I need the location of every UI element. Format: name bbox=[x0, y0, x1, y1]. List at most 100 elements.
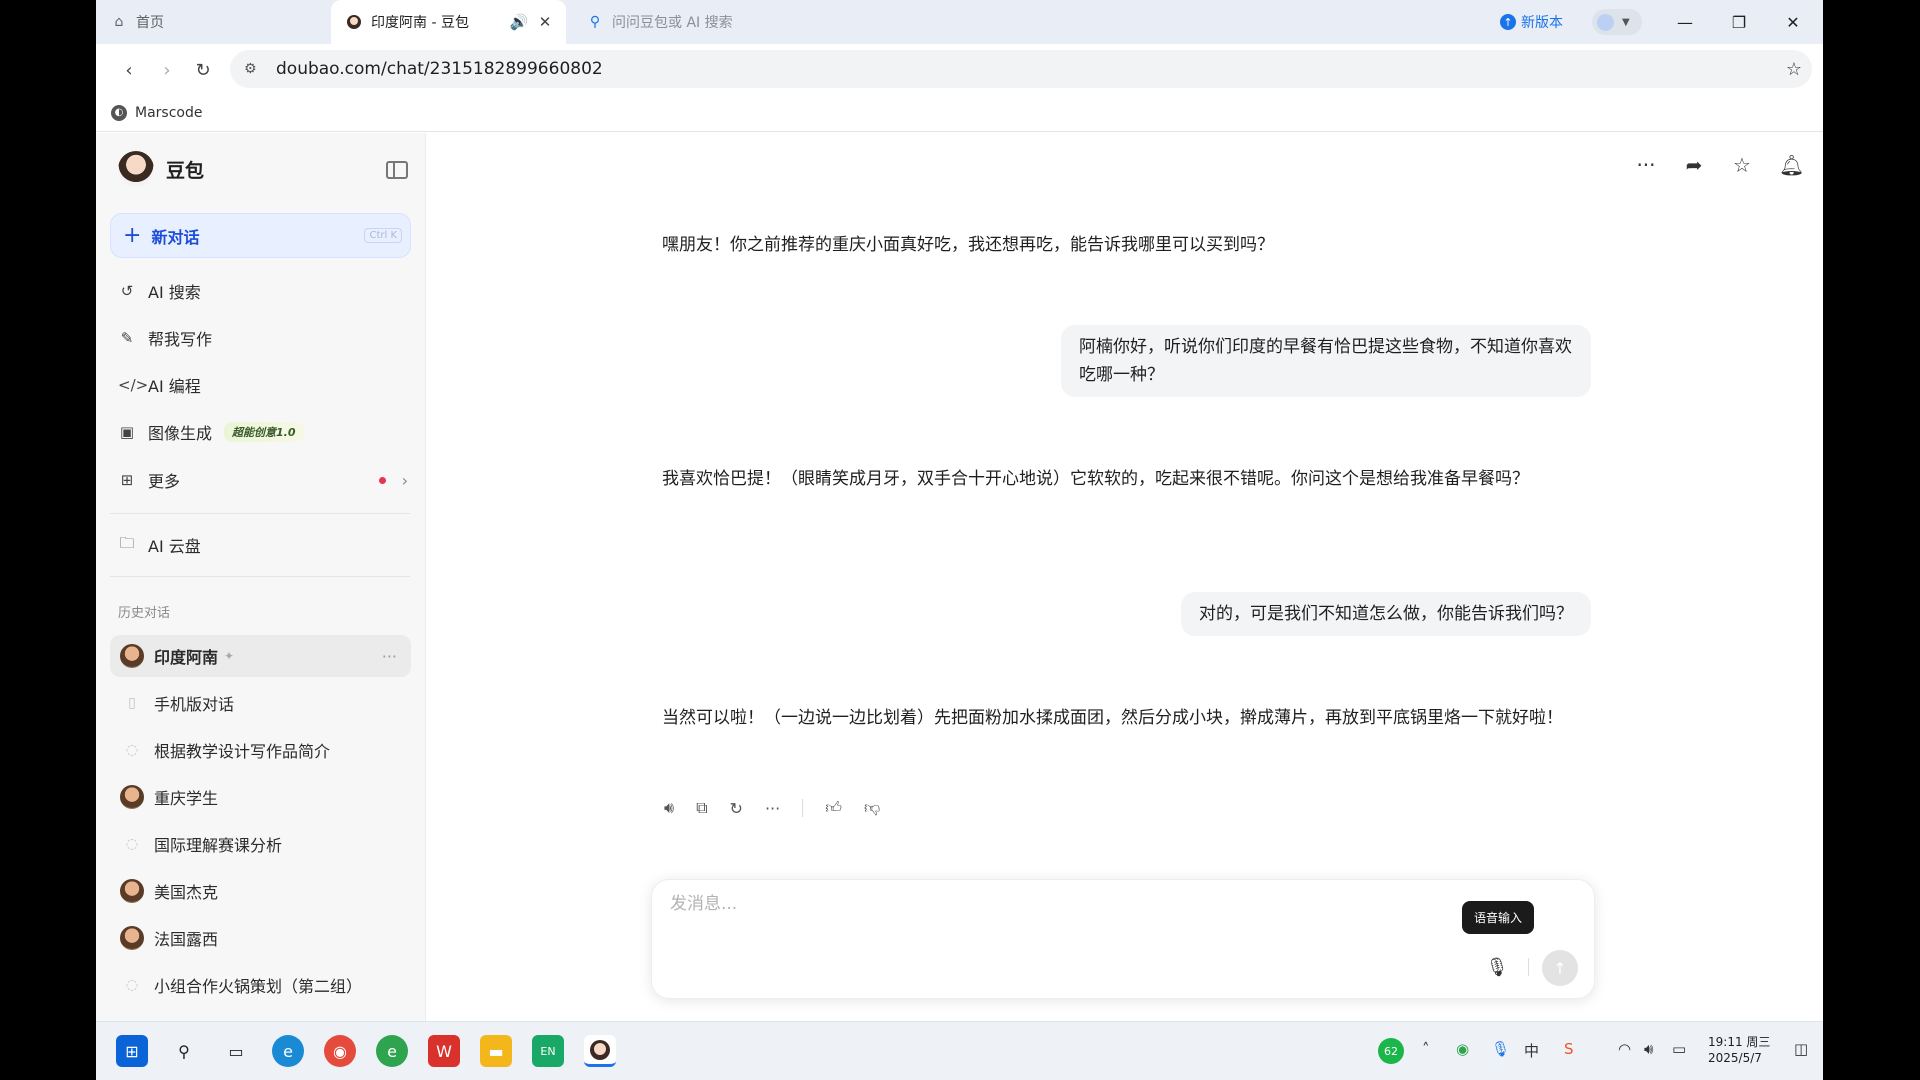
sidebar-item-cloud-drive[interactable]: 🗀 AI 云盘 bbox=[118, 528, 408, 562]
browser-green-icon[interactable]: e bbox=[376, 1035, 408, 1067]
restore-button[interactable]: ❐ bbox=[1712, 0, 1766, 44]
minimize-button[interactable]: — bbox=[1658, 0, 1712, 44]
history-item[interactable]: ◌ 小组合作火锅策划（第二组） bbox=[110, 964, 411, 1006]
forward-button[interactable]: › bbox=[154, 57, 180, 83]
new-version-button[interactable]: ↑ 新版本 bbox=[1500, 10, 1563, 34]
task-view-icon[interactable]: ▭ bbox=[220, 1035, 252, 1067]
history-item-label: 美国杰克 bbox=[154, 883, 219, 902]
windows-start-icon[interactable]: ⊞ bbox=[116, 1035, 148, 1067]
sidebar-item-coding[interactable]: </> AI 编程 bbox=[118, 368, 408, 402]
bookmark-marscode[interactable]: Marscode bbox=[135, 105, 202, 121]
collapse-sidebar-icon[interactable] bbox=[386, 161, 408, 179]
history-item-label: 国际理解赛课分析 bbox=[154, 836, 283, 855]
close-tab-icon[interactable]: ✕ bbox=[532, 13, 558, 31]
avatar bbox=[120, 644, 144, 668]
speaker-icon[interactable]: 🔊 bbox=[506, 13, 532, 31]
microphone-icon[interactable]: 🎙︎ bbox=[1491, 1040, 1510, 1058]
message-actions: 🔊︎ ⧉ ↻ ··· 👍︎ 👎︎ bbox=[664, 798, 880, 818]
microphone-icon[interactable]: 🎙︎ bbox=[1482, 952, 1512, 982]
marscode-icon: ◐ bbox=[111, 104, 127, 121]
sidebar-item-ai-search[interactable]: ↺ AI 搜索 bbox=[118, 274, 408, 308]
tab-search[interactable]: ⚲ 问问豆包或 AI 搜索 bbox=[570, 0, 970, 44]
regenerate-icon[interactable]: ↻ bbox=[730, 799, 743, 818]
wifi-icon[interactable]: ◠ bbox=[1618, 1040, 1631, 1058]
voice-input-tooltip: 语音输入 bbox=[1462, 901, 1535, 934]
chevron-up-icon[interactable]: ˄ bbox=[1422, 1040, 1430, 1058]
chat-main: ··· ➦ ☆ 🔔︎ 嘿朋友！你之前推荐的重庆小面真好吃，我还想再吃，能告诉我哪… bbox=[427, 133, 1823, 1021]
close-window-button[interactable]: ✕ bbox=[1766, 0, 1820, 44]
sidebar-item-label: AI 搜索 bbox=[148, 283, 201, 302]
chrome-icon[interactable]: ◉ bbox=[324, 1035, 356, 1067]
search-icon: ⚲ bbox=[589, 14, 601, 30]
ai-message: 嘿朋友！你之前推荐的重庆小面真好吃，我还想再吃，能告诉我哪里可以买到吗？ bbox=[662, 235, 1274, 255]
tab-home[interactable]: ⌂ 首页 bbox=[96, 0, 331, 44]
address-bar[interactable]: ⚙ doubao.com/chat/2315182899660802 ☆ bbox=[230, 50, 1812, 88]
history-item[interactable]: 重庆学生 bbox=[110, 776, 411, 818]
star-icon[interactable]: ☆ bbox=[1731, 153, 1753, 177]
chat-bubble-icon: ▯ bbox=[128, 695, 136, 711]
message-composer: 🎙︎ ↑ bbox=[651, 879, 1595, 999]
new-chat-button[interactable]: + 新对话 Ctrl K bbox=[110, 213, 411, 258]
reload-button[interactable]: ↻ bbox=[190, 57, 216, 83]
sidebar-item-image-gen[interactable]: ▣ 图像生成 超能创意1.0 bbox=[118, 415, 408, 449]
history-item[interactable]: 法国露西 bbox=[110, 917, 411, 959]
tab-doubao-chat[interactable]: 印度阿南 - 豆包 🔊 ✕ bbox=[331, 0, 566, 44]
ime-icon[interactable]: 中 bbox=[1524, 1040, 1539, 1061]
more-options-icon[interactable]: ··· bbox=[382, 647, 397, 666]
image-icon: ▣ bbox=[119, 423, 135, 441]
ai-message: 当然可以啦！（一边说一边比划着）先把面粉加水揉成面团，然后分成小块，擀成薄片，再… bbox=[662, 708, 1563, 728]
ai-search-icon: ↺ bbox=[120, 282, 134, 300]
plus-icon: + bbox=[123, 223, 142, 248]
wps-icon[interactable]: W bbox=[428, 1035, 460, 1067]
network-app-icon[interactable]: ◉ bbox=[1456, 1040, 1469, 1058]
chevron-down-icon: ▼ bbox=[1622, 16, 1630, 28]
more-options-icon[interactable]: ··· bbox=[1635, 153, 1657, 177]
bookmark-star-icon[interactable]: ☆ bbox=[1776, 59, 1812, 80]
history-item-label: 手机版对话 bbox=[154, 695, 235, 714]
doubao-app-icon[interactable] bbox=[584, 1035, 616, 1067]
thumbs-up-icon[interactable]: 👍︎ bbox=[825, 798, 842, 818]
message-input[interactable] bbox=[670, 894, 1450, 914]
back-button[interactable]: ‹ bbox=[116, 57, 142, 83]
read-aloud-icon[interactable]: 🔊︎ bbox=[664, 798, 674, 818]
history-item[interactable]: ◌ 国际理解赛课分析 bbox=[110, 823, 411, 865]
battery-icon[interactable]: ▭ bbox=[1672, 1040, 1686, 1058]
volume-icon[interactable]: 🔊︎ bbox=[1644, 1040, 1653, 1058]
more-options-icon[interactable]: ··· bbox=[765, 799, 780, 818]
lang-app-icon[interactable]: EN bbox=[532, 1035, 564, 1067]
tab-strip: ⌂ 首页 印度阿南 - 豆包 🔊 ✕ ⚲ 问问豆包或 AI 搜索 ↑ 新版本 ▼… bbox=[96, 0, 1823, 44]
notification-icon[interactable]: ◫ bbox=[1794, 1040, 1808, 1058]
history-item[interactable]: ▯ 手机版对话 bbox=[110, 682, 411, 724]
brand[interactable]: 豆包 bbox=[118, 151, 204, 187]
copy-icon[interactable]: ⧉ bbox=[696, 798, 707, 818]
code-icon: </> bbox=[118, 376, 149, 394]
edge-icon[interactable]: e bbox=[272, 1035, 304, 1067]
site-settings-icon[interactable]: ⚙ bbox=[244, 61, 264, 77]
divider bbox=[1528, 958, 1529, 976]
taskbar: ⊞ ⚲ ▭ e ◉ e W ▬ EN 62 ˄ ◉ 🎙︎ 中 S ◠ 🔊︎ ▭ … bbox=[96, 1021, 1823, 1080]
pen-icon: ✎ bbox=[120, 329, 134, 347]
history-item[interactable]: 美国杰克 bbox=[110, 870, 411, 912]
tab-title: 问问豆包或 AI 搜索 bbox=[612, 15, 733, 31]
sidebar-item-writing[interactable]: ✎ 帮我写作 bbox=[118, 321, 408, 355]
security-badge[interactable]: 62 bbox=[1378, 1038, 1404, 1064]
system-clock[interactable]: 19:11 周三 2025/5/7 bbox=[1708, 1034, 1770, 1066]
user-message: 对的，可是我们不知道怎么做，你能告诉我们吗？ bbox=[1181, 592, 1591, 636]
share-icon[interactable]: ➦ bbox=[1683, 153, 1705, 177]
send-button[interactable]: ↑ bbox=[1542, 950, 1578, 986]
sogou-icon[interactable]: S bbox=[1564, 1040, 1574, 1058]
file-explorer-icon[interactable]: ▬ bbox=[480, 1035, 512, 1067]
history-item[interactable]: ◌ 根据教学设计写作品简介 bbox=[110, 729, 411, 771]
sidebar-item-label: AI 编程 bbox=[148, 377, 201, 396]
bell-icon[interactable]: 🔔︎ bbox=[1779, 153, 1804, 177]
history-item-active[interactable]: 印度阿南 ✦ ··· bbox=[110, 635, 411, 677]
profile-button[interactable]: ▼ bbox=[1592, 9, 1642, 35]
avatar bbox=[120, 879, 144, 903]
url-text: doubao.com/chat/2315182899660802 bbox=[276, 59, 603, 79]
ai-message: 我喜欢恰巴提！（眼睛笑成月牙，双手合十开心地说）它软软的，吃起来很不错呢。你问这… bbox=[662, 469, 1529, 489]
history-item-label: 印度阿南 bbox=[154, 648, 219, 667]
thumbs-down-icon[interactable]: 👎︎ bbox=[864, 798, 880, 818]
sidebar-item-more[interactable]: ⊞ 更多 › bbox=[118, 463, 408, 497]
navigation-bar: ‹ › ↻ ⚙ doubao.com/chat/2315182899660802… bbox=[96, 44, 1823, 94]
search-icon[interactable]: ⚲ bbox=[168, 1035, 200, 1067]
